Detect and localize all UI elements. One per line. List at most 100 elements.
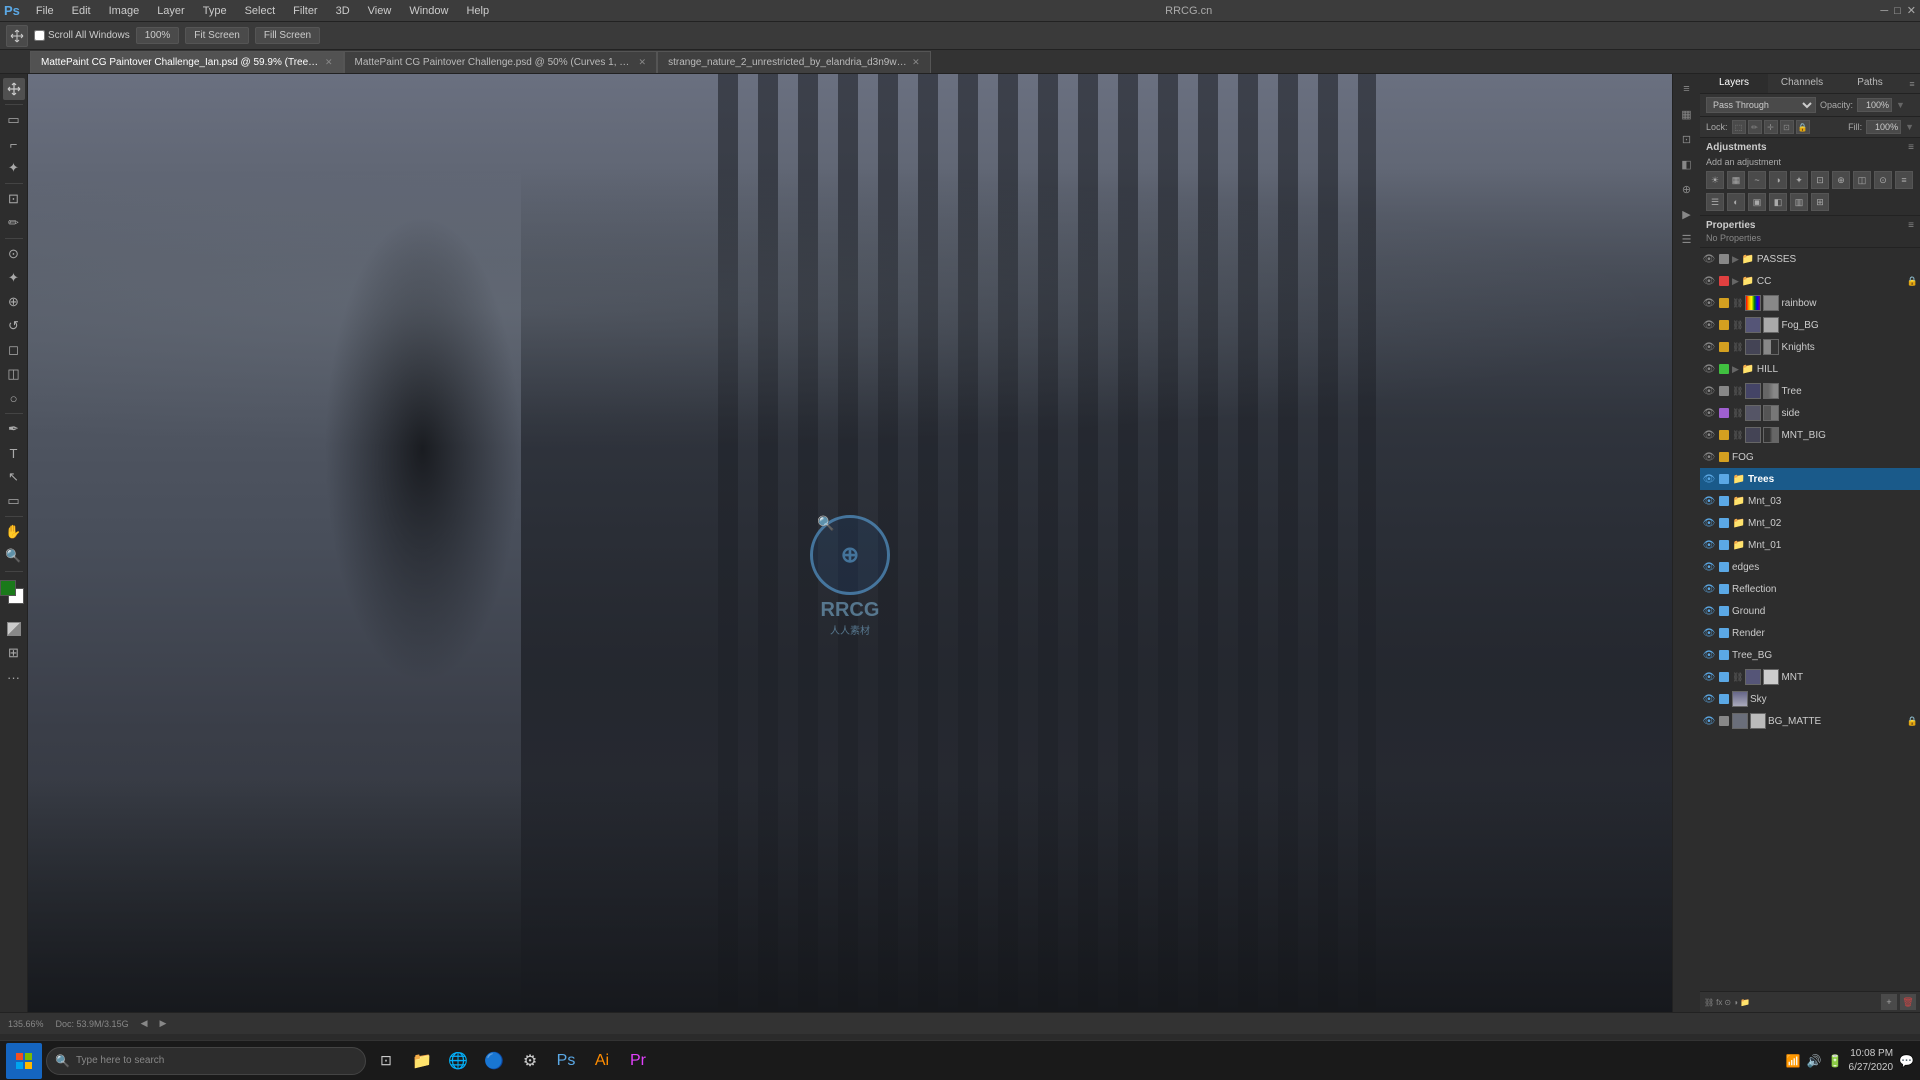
opacity-input[interactable] bbox=[1857, 98, 1892, 112]
visibility-hill[interactable]: 👁 bbox=[1702, 362, 1716, 376]
menu-view[interactable]: View bbox=[360, 3, 400, 19]
visibility-reflection[interactable]: 👁 bbox=[1702, 582, 1716, 596]
pin1-btn[interactable]: ⚙ bbox=[514, 1045, 546, 1077]
menu-filter[interactable]: Filter bbox=[285, 3, 325, 19]
layer-row-sky[interactable]: 👁 Sky bbox=[1700, 688, 1920, 710]
maximize-btn[interactable]: □ bbox=[1894, 5, 1901, 17]
layer-row-fogbg[interactable]: 👁 ⛓ Fog_BG bbox=[1700, 314, 1920, 336]
gradient-tool[interactable]: ◫ bbox=[3, 363, 25, 385]
panel-option-4[interactable]: ⊕ bbox=[1676, 178, 1698, 200]
pen-tool[interactable]: ✒ bbox=[3, 418, 25, 440]
channelmixer-adj-icon[interactable]: ≡ bbox=[1895, 171, 1913, 189]
sound-icon[interactable]: 🔊 bbox=[1807, 1054, 1822, 1068]
layer-row-reflection[interactable]: 👁 Reflection bbox=[1700, 578, 1920, 600]
panel-option-2[interactable]: ⊡ bbox=[1676, 128, 1698, 150]
brush-tool[interactable]: ✦ bbox=[3, 267, 25, 289]
menu-image[interactable]: Image bbox=[101, 3, 148, 19]
visibility-bgmatte[interactable]: 👁 bbox=[1702, 714, 1716, 728]
new-layer-btn[interactable]: + bbox=[1881, 994, 1897, 1010]
marquee-tool[interactable]: ▭ bbox=[3, 109, 25, 131]
move-tool[interactable] bbox=[3, 78, 25, 100]
visibility-ground[interactable]: 👁 bbox=[1702, 604, 1716, 618]
tab-2-close[interactable]: ✕ bbox=[912, 57, 920, 68]
chrome-btn[interactable]: 🔵 bbox=[478, 1045, 510, 1077]
menu-edit[interactable]: Edit bbox=[64, 3, 99, 19]
scroll-all-check[interactable]: Scroll All Windows bbox=[34, 30, 130, 41]
visibility-fog[interactable]: 👁 bbox=[1702, 450, 1716, 464]
gradient-map-adj-icon[interactable]: ▥ bbox=[1790, 193, 1808, 211]
curves-adj-icon[interactable]: ~ bbox=[1748, 171, 1766, 189]
layer-row-treebg[interactable]: 👁 Tree_BG bbox=[1700, 644, 1920, 666]
more-tools-btn[interactable]: ··· bbox=[3, 666, 25, 688]
layer-row-ground[interactable]: 👁 Ground bbox=[1700, 600, 1920, 622]
ps-taskbar-btn[interactable]: Ps bbox=[550, 1045, 582, 1077]
zoom-tool[interactable]: 🔍 bbox=[3, 545, 25, 567]
visibility-treebg[interactable]: 👁 bbox=[1702, 648, 1716, 662]
layer-row-side[interactable]: 👁 ⛓ side bbox=[1700, 402, 1920, 424]
layers-list[interactable]: 👁 ▶ 📁 PASSES 👁 ▶ 📁 CC 🔒 👁 ⛓ bbox=[1700, 248, 1920, 991]
scroll-right[interactable]: ▶ bbox=[160, 1018, 167, 1029]
lock-pixels-btn[interactable]: ✏ bbox=[1748, 120, 1762, 134]
layer-row-hill[interactable]: 👁 ▶ 📁 HILL bbox=[1700, 358, 1920, 380]
zoom-100-btn[interactable]: 100% bbox=[136, 27, 180, 44]
taskview-btn[interactable]: ⊡ bbox=[370, 1045, 402, 1077]
shape-tool[interactable]: ▭ bbox=[3, 490, 25, 512]
magic-wand-tool[interactable]: ✦ bbox=[3, 157, 25, 179]
screen-mode-btn[interactable]: ⊞ bbox=[3, 642, 25, 664]
minimize-btn[interactable]: ─ bbox=[1880, 5, 1888, 17]
canvas-area[interactable]: ⊕ RRCG 人人素材 🔍 bbox=[28, 74, 1672, 1012]
menu-file[interactable]: File bbox=[28, 3, 62, 19]
visibility-mnt01[interactable]: 👁 bbox=[1702, 538, 1716, 552]
hsl-adj-icon[interactable]: ⊡ bbox=[1811, 171, 1829, 189]
visibility-mnt[interactable]: 👁 bbox=[1702, 670, 1716, 684]
visibility-render[interactable]: 👁 bbox=[1702, 626, 1716, 640]
layers-panel-menu[interactable]: ≡ bbox=[1904, 74, 1920, 93]
hand-tool[interactable]: ✋ bbox=[3, 521, 25, 543]
visibility-mntbig[interactable]: 👁 bbox=[1702, 428, 1716, 442]
search-bar[interactable]: 🔍 Type here to search bbox=[46, 1047, 366, 1075]
spot-heal-tool[interactable]: ⊙ bbox=[3, 243, 25, 265]
lock-position-btn[interactable]: ✛ bbox=[1764, 120, 1778, 134]
selectivecolor-adj-icon[interactable]: ⊞ bbox=[1811, 193, 1829, 211]
layer-row-mnt03[interactable]: 👁 📁 Mnt_03 bbox=[1700, 490, 1920, 512]
lock-transparent-btn[interactable]: ⬚ bbox=[1732, 120, 1746, 134]
quick-mask-btn[interactable] bbox=[3, 618, 25, 640]
layer-row-fog[interactable]: 👁 FOG bbox=[1700, 446, 1920, 468]
notification-icon[interactable]: 💬 bbox=[1899, 1054, 1914, 1068]
layer-row-render[interactable]: 👁 Render bbox=[1700, 622, 1920, 644]
prop-panel-collapse[interactable]: ≡ bbox=[1908, 220, 1914, 231]
clone-stamp-tool[interactable]: ⊕ bbox=[3, 291, 25, 313]
colorbalance-adj-icon[interactable]: ⊕ bbox=[1832, 171, 1850, 189]
foreground-color-swatch[interactable] bbox=[0, 580, 16, 596]
ai-taskbar-btn[interactable]: Ai bbox=[586, 1045, 618, 1077]
menu-type[interactable]: Type bbox=[195, 3, 235, 19]
invert-adj-icon[interactable]: ◐ bbox=[1727, 193, 1745, 211]
opacity-dropdown[interactable]: ▼ bbox=[1896, 100, 1905, 110]
battery-icon[interactable]: 🔋 bbox=[1828, 1054, 1843, 1068]
fill-dropdown[interactable]: ▼ bbox=[1905, 122, 1914, 132]
brightness-adj-icon[interactable]: ☀ bbox=[1706, 171, 1724, 189]
layer-row-tree[interactable]: 👁 ⛓ Tree bbox=[1700, 380, 1920, 402]
layer-arr-hill[interactable]: ▶ bbox=[1732, 364, 1739, 375]
menu-3d[interactable]: 3D bbox=[328, 3, 358, 19]
layer-row-edges[interactable]: 👁 edges bbox=[1700, 556, 1920, 578]
move-tool-options[interactable] bbox=[6, 25, 28, 47]
lock-artboards-btn[interactable]: ⊡ bbox=[1780, 120, 1794, 134]
color-swatches[interactable] bbox=[0, 580, 30, 610]
blend-mode-select[interactable]: Pass Through bbox=[1706, 97, 1816, 113]
layer-row-mnt[interactable]: 👁 ⛓ MNT bbox=[1700, 666, 1920, 688]
visibility-tree[interactable]: 👁 bbox=[1702, 384, 1716, 398]
fit-screen-btn[interactable]: Fit Screen bbox=[185, 27, 249, 44]
eyedropper-tool[interactable]: ✏ bbox=[3, 212, 25, 234]
close-btn[interactable]: ✕ bbox=[1907, 4, 1916, 17]
tab-layers[interactable]: Layers bbox=[1700, 74, 1768, 93]
tab-0-close[interactable]: ✕ bbox=[325, 57, 333, 68]
layer-row-mntbig[interactable]: 👁 ⛓ MNT_BIG bbox=[1700, 424, 1920, 446]
adj-panel-collapse[interactable]: ≡ bbox=[1908, 142, 1914, 153]
vibrance-adj-icon[interactable]: ✦ bbox=[1790, 171, 1808, 189]
explorer-btn[interactable]: 📁 bbox=[406, 1045, 438, 1077]
visibility-edges[interactable]: 👁 bbox=[1702, 560, 1716, 574]
layer-row-mnt01[interactable]: 👁 📁 Mnt_01 bbox=[1700, 534, 1920, 556]
tab-1-close[interactable]: ✕ bbox=[639, 57, 647, 68]
play-btn[interactable]: ▶ bbox=[1676, 203, 1698, 225]
